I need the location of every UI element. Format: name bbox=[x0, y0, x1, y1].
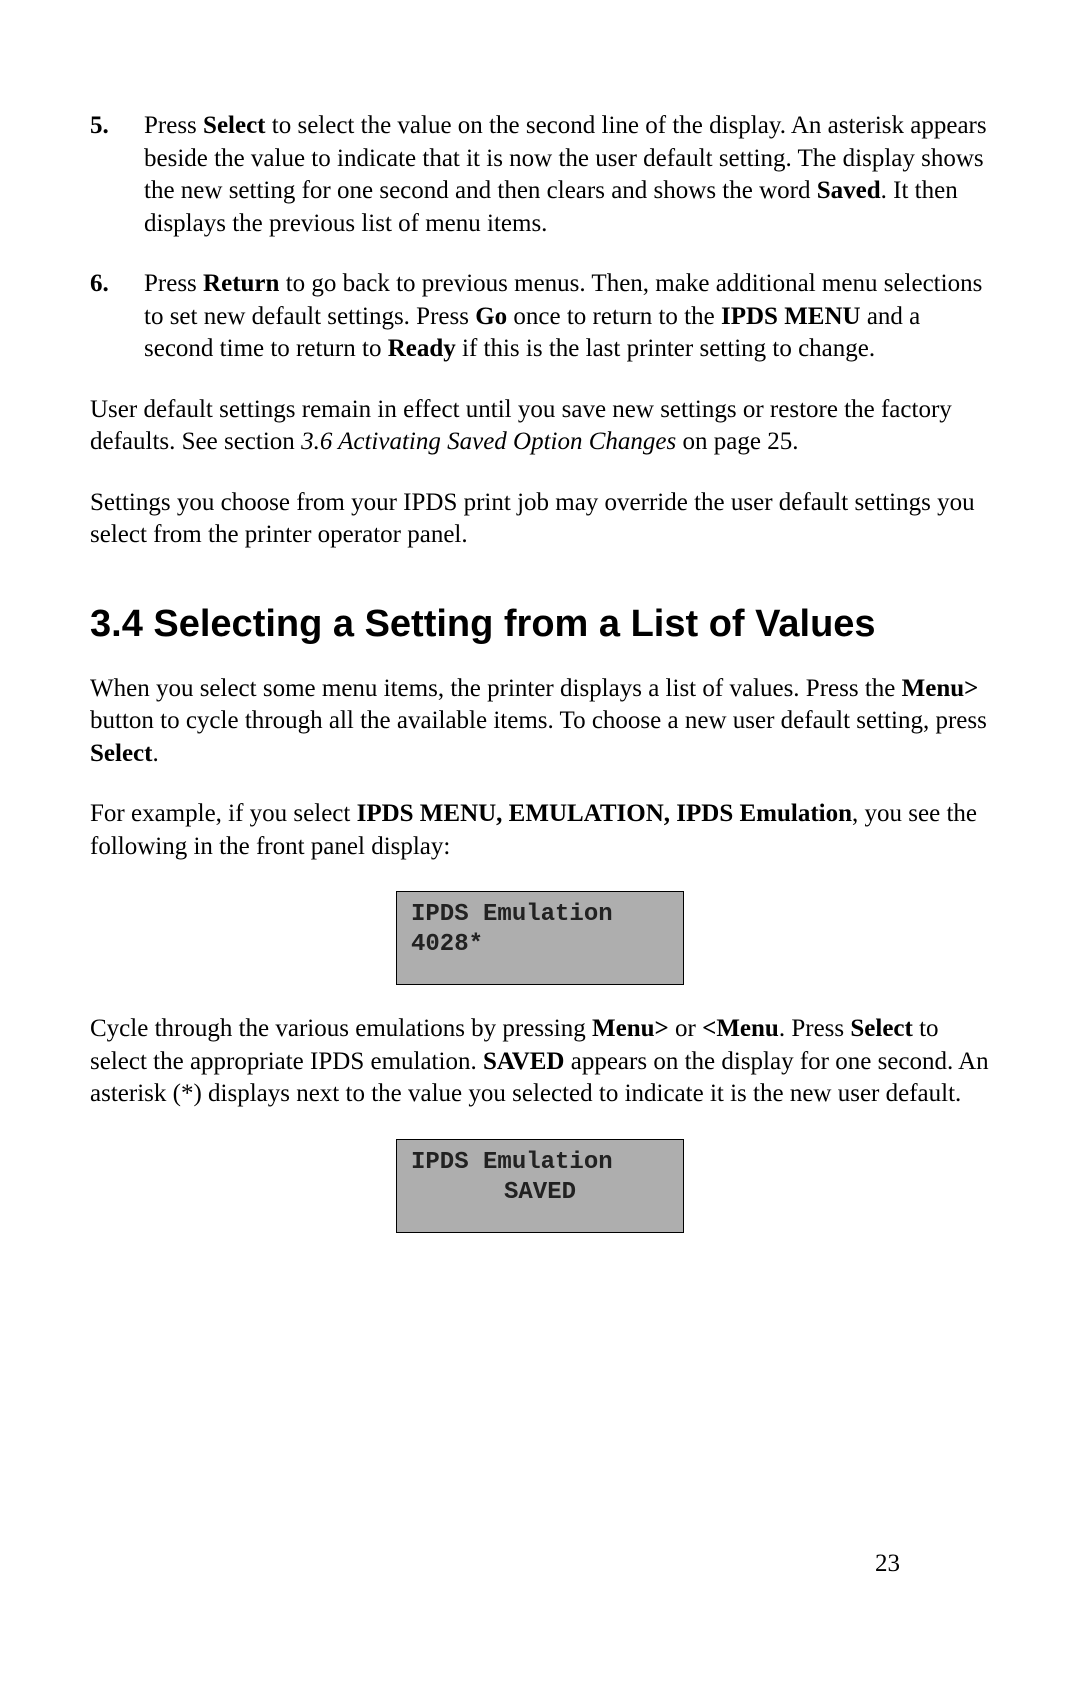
text: Press bbox=[144, 112, 203, 139]
text: When you select some menu items, the pri… bbox=[90, 675, 902, 702]
lcd-line-2: SAVED bbox=[411, 1178, 669, 1208]
list-number: 6. bbox=[90, 268, 144, 366]
lcd-line-1: IPDS Emulation bbox=[411, 1149, 613, 1176]
text: if this is the last printer setting to c… bbox=[456, 335, 875, 362]
paragraph-example: For example, if you select IPDS MENU, EM… bbox=[90, 798, 990, 863]
bold-go: Go bbox=[475, 303, 507, 330]
bold-saved-caps: SAVED bbox=[483, 1048, 565, 1075]
bold-saved: Saved bbox=[817, 177, 881, 204]
bold-select: Select bbox=[203, 112, 265, 139]
italic-section-ref: 3.6 Activating Saved Option Changes bbox=[301, 428, 676, 455]
lcd-display-2: IPDS Emulation SAVED bbox=[396, 1139, 684, 1233]
paragraph-defaults-note: User default settings remain in effect u… bbox=[90, 394, 990, 459]
text: . Press bbox=[779, 1015, 851, 1042]
list-item-6: 6. Press Return to go back to previous m… bbox=[90, 268, 990, 366]
text: button to cycle through all the availabl… bbox=[90, 707, 987, 734]
paragraph-override-note: Settings you choose from your IPDS print… bbox=[90, 487, 990, 552]
text: once to return to the bbox=[507, 303, 721, 330]
bold-select: Select bbox=[90, 740, 152, 767]
bold-menu-next: Menu> bbox=[902, 675, 979, 702]
list-item-5: 5. Press Select to select the value on t… bbox=[90, 110, 990, 240]
bold-menu-next: Menu> bbox=[592, 1015, 669, 1042]
lcd-line-2: 4028* bbox=[411, 930, 669, 960]
paragraph-intro: When you select some menu items, the pri… bbox=[90, 673, 990, 771]
bold-menu-path: IPDS MENU, EMULATION, IPDS Emulation bbox=[357, 800, 852, 827]
bold-select: Select bbox=[850, 1015, 912, 1042]
lcd-line-1: IPDS Emulation bbox=[411, 901, 613, 928]
text: For example, if you select bbox=[90, 800, 357, 827]
text: . bbox=[152, 740, 158, 767]
bold-ipds-menu: IPDS MENU bbox=[721, 303, 861, 330]
bold-ready: Ready bbox=[388, 335, 456, 362]
list-number: 5. bbox=[90, 110, 144, 240]
text: on page 25. bbox=[676, 428, 798, 455]
lcd-display-1: IPDS Emulation 4028* bbox=[396, 891, 684, 985]
text: or bbox=[669, 1015, 702, 1042]
bold-menu-prev: <Menu bbox=[702, 1015, 779, 1042]
text: Press bbox=[144, 270, 203, 297]
paragraph-cycle: Cycle through the various emulations by … bbox=[90, 1013, 990, 1111]
list-text: Press Return to go back to previous menu… bbox=[144, 268, 990, 366]
text: Cycle through the various emulations by … bbox=[90, 1015, 592, 1042]
list-text: Press Select to select the value on the … bbox=[144, 110, 990, 240]
page-number: 23 bbox=[875, 1548, 900, 1581]
section-heading: 3.4 Selecting a Setting from a List of V… bbox=[90, 600, 990, 649]
bold-return: Return bbox=[203, 270, 279, 297]
